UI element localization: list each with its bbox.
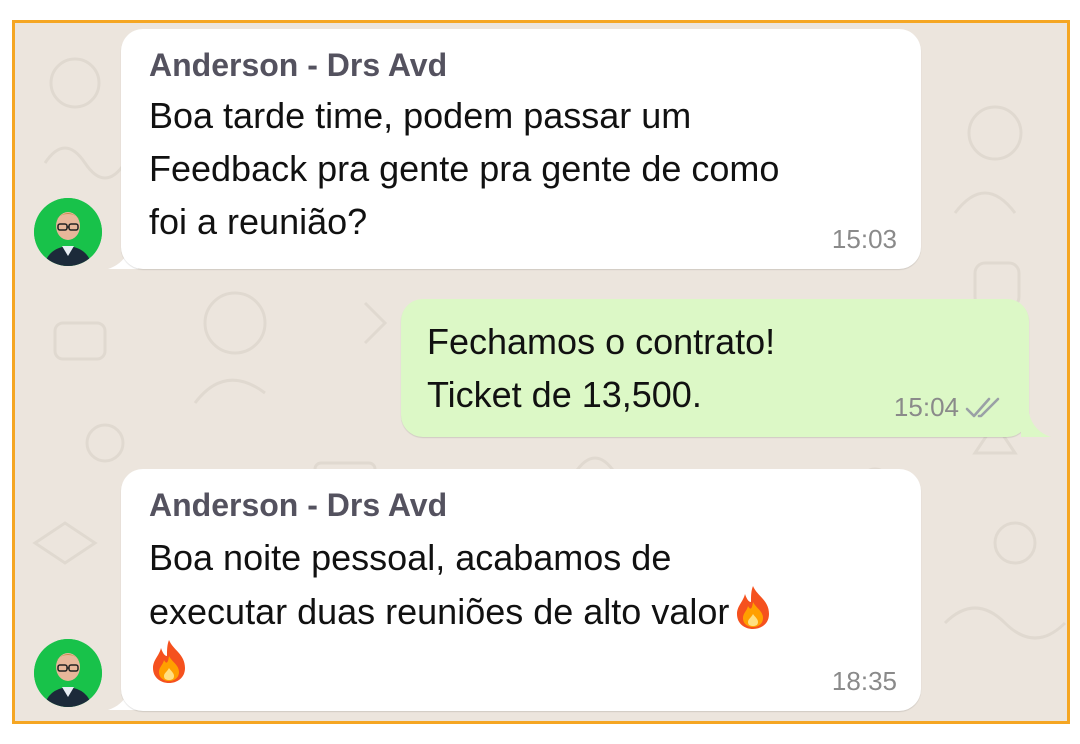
message-text: Boa tarde time, podem passar um Feedback… bbox=[149, 89, 909, 248]
bubble-tail bbox=[1021, 413, 1051, 437]
message-line: Boa tarde time, podem passar um bbox=[149, 95, 692, 136]
message-line: foi a reunião? bbox=[149, 201, 368, 242]
double-check-icon bbox=[965, 397, 1000, 418]
message-timestamp: 15:04 bbox=[893, 392, 959, 422]
message-line: Boa noite pessoal, acabamos de bbox=[149, 537, 672, 578]
fire-emoji-icon bbox=[153, 640, 185, 683]
message-bubble-incoming[interactable]: Anderson - Drs Avd Boa tarde time, podem… bbox=[121, 29, 921, 269]
sender-avatar[interactable] bbox=[34, 198, 102, 266]
sender-avatar[interactable] bbox=[34, 639, 102, 707]
message-timestamp: 18:35 bbox=[831, 666, 897, 696]
message-bubble-outgoing[interactable]: Fechamos o contrato! Ticket de 13,500. 1… bbox=[401, 299, 1029, 437]
message-timestamp: 15:03 bbox=[831, 224, 897, 254]
message-text: Boa noite pessoal, acabamos de executar … bbox=[149, 531, 909, 692]
message-line: Fechamos o contrato! bbox=[427, 321, 776, 362]
fire-emoji-icon bbox=[737, 586, 770, 629]
sender-name[interactable]: Anderson - Drs Avd bbox=[149, 487, 447, 524]
sender-name[interactable]: Anderson - Drs Avd bbox=[149, 47, 447, 84]
message-text: Fechamos o contrato! Ticket de 13,500. bbox=[427, 315, 867, 421]
message-line: executar duas reuniões de alto valor bbox=[149, 584, 909, 638]
message-bubble-incoming[interactable]: Anderson - Drs Avd Boa noite pessoal, ac… bbox=[121, 469, 921, 711]
message-line bbox=[149, 638, 909, 692]
message-line: Ticket de 13,500. bbox=[427, 374, 702, 415]
person-avatar-icon bbox=[34, 198, 102, 266]
chat-screenshot-frame: Anderson - Drs Avd Boa tarde time, podem… bbox=[12, 20, 1070, 724]
message-line-text: executar duas reuniões de alto valor bbox=[149, 591, 730, 632]
message-line: Feedback pra gente pra gente de como bbox=[149, 148, 780, 189]
person-avatar-icon bbox=[34, 639, 102, 707]
